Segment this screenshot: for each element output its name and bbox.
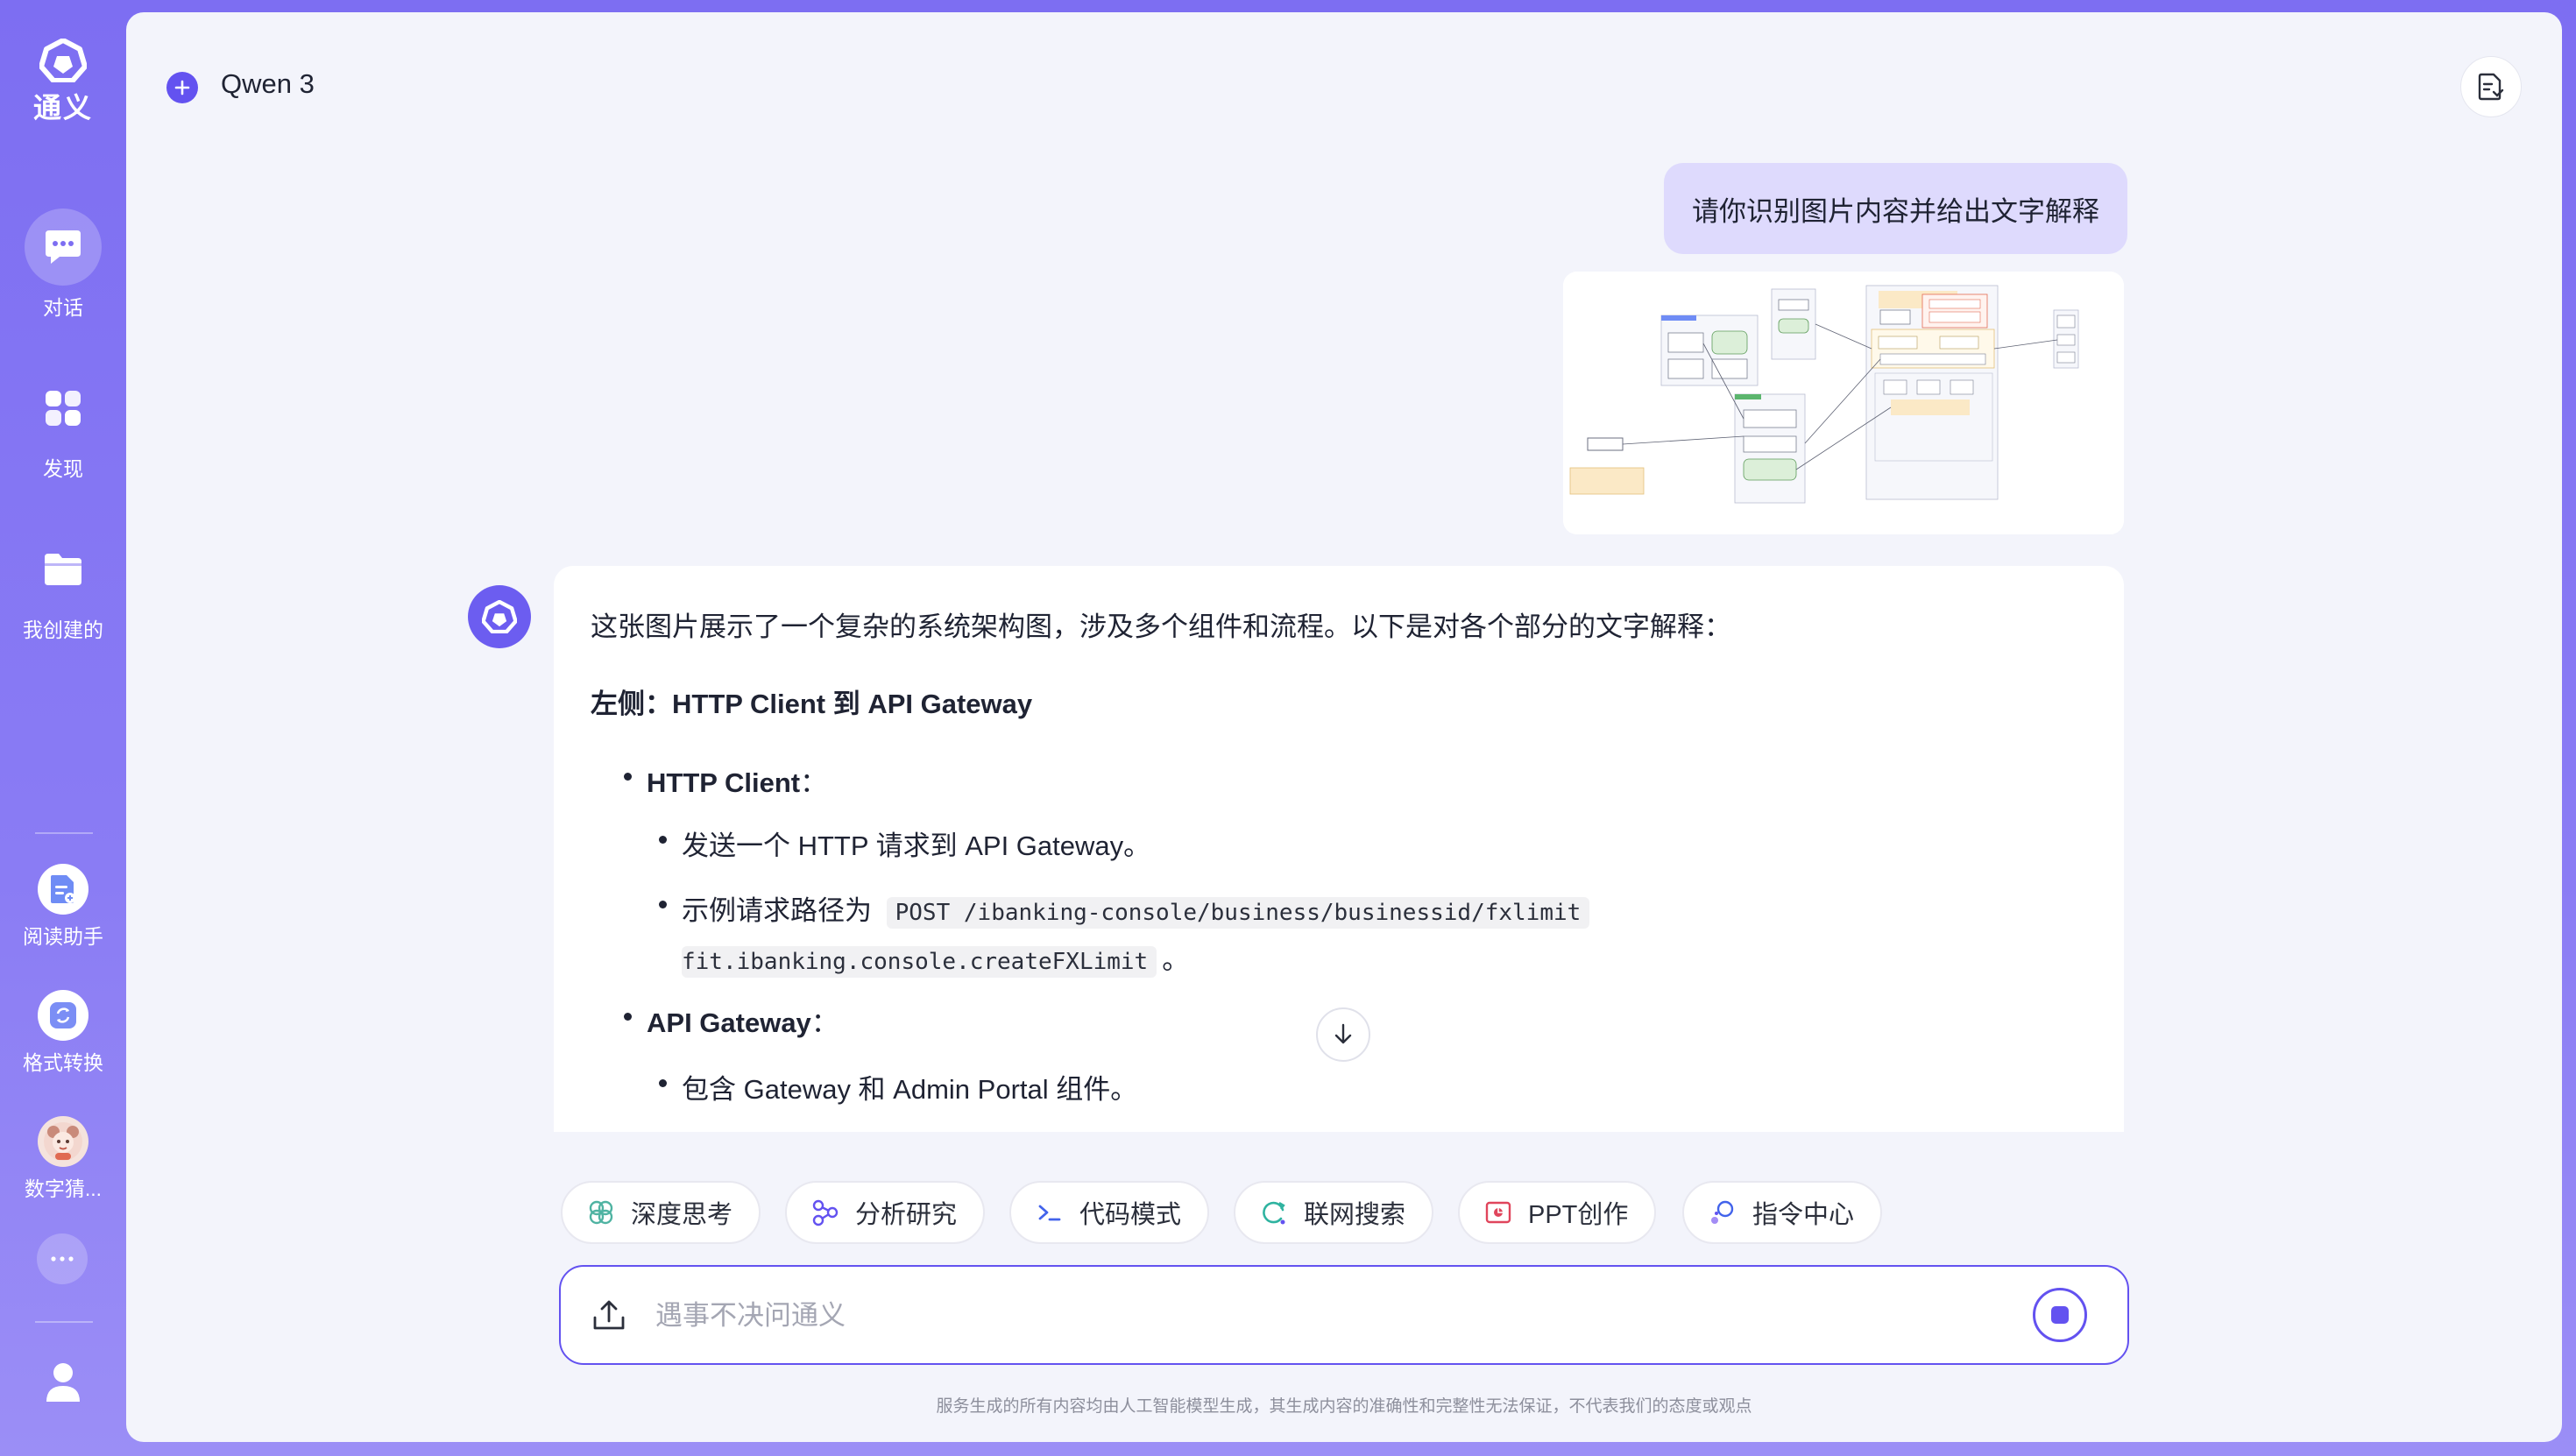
- tool-digital-guess[interactable]: 数字猜...: [0, 1116, 126, 1202]
- main-panel: Qwen 3 请你识别图片内容并给出文字解释 这张图片展示了一个复杂的系统架构图…: [126, 12, 2562, 1442]
- diagram-thumbnail: [1563, 272, 2124, 534]
- more-dots-icon: [51, 1256, 74, 1262]
- document-icon: [2478, 73, 2504, 101]
- chat-input-box: [559, 1265, 2129, 1365]
- tongyi-avatar-icon: [482, 600, 517, 633]
- bullet-http-client-line2: 示例请求路径为 POST /ibanking-console/business/…: [658, 888, 1590, 929]
- model-name[interactable]: Qwen 3: [221, 68, 315, 100]
- chat-input[interactable]: [654, 1291, 1971, 1340]
- bullet-title: HTTP Client: [647, 767, 801, 798]
- disclaimer-text: 服务生成的所有内容均由人工智能模型生成，其生成内容的准确性和完整性无法保证，不代…: [936, 1397, 1752, 1416]
- chat-icon: [46, 230, 81, 264]
- sidebar-divider: [35, 1321, 93, 1323]
- command-center-icon: [1711, 1200, 1734, 1224]
- upload-icon: [593, 1300, 625, 1330]
- inline-code: fit.ibanking.console.createFXLimit: [682, 946, 1157, 978]
- assistant-avatar: [468, 585, 531, 648]
- attached-architecture-diagram-image[interactable]: [1563, 272, 2124, 534]
- grid-icon: [46, 391, 81, 426]
- tool-label: 阅读助手: [23, 925, 103, 948]
- nav-item-chat[interactable]: 对话: [0, 209, 126, 321]
- bullet-colon: ：: [800, 767, 828, 798]
- nav-item-discover[interactable]: 发现: [0, 370, 126, 482]
- user-message: 请你识别图片内容并给出文字解释: [1664, 163, 2127, 254]
- convert-icon: [50, 1002, 76, 1028]
- arrow-down-icon: [1334, 1023, 1352, 1044]
- chip-label: PPT创作: [1528, 1201, 1629, 1229]
- sidebar-divider: [35, 832, 93, 834]
- bullet-http-client-line2-cont: fit.ibanking.console.createFXLimit。: [682, 937, 1190, 978]
- character-avatar-icon: [44, 1122, 82, 1161]
- deep-think-icon: [589, 1200, 613, 1225]
- assistant-section-heading: 左侧：HTTP Client 到 API Gateway: [591, 689, 1033, 719]
- more-button[interactable]: [37, 1233, 88, 1284]
- web-search-icon: [1263, 1201, 1285, 1225]
- chip-code-mode[interactable]: 代码模式: [1009, 1181, 1210, 1244]
- document-reader-icon: [51, 875, 75, 903]
- new-chat-button[interactable]: [166, 72, 198, 103]
- logo-text: 通义: [32, 92, 93, 124]
- assistant-intro-text: 这张图片展示了一个复杂的系统架构图，涉及多个组件和流程。以下是对各个部分的文字解…: [591, 611, 1731, 642]
- analysis-icon: [812, 1199, 839, 1226]
- scroll-to-bottom-button[interactable]: [1316, 1007, 1370, 1062]
- bullet-http-client: HTTP Client：: [623, 760, 828, 800]
- bullet-api-gateway: API Gateway：: [624, 1000, 839, 1040]
- document-button[interactable]: [2460, 56, 2522, 117]
- chip-label: 分析研究: [855, 1201, 958, 1229]
- nav-item-my-creations[interactable]: 我创建的: [0, 531, 126, 643]
- chip-label: 深度思考: [631, 1201, 733, 1229]
- folder-icon: [45, 554, 81, 585]
- chip-label: 联网搜索: [1304, 1201, 1406, 1229]
- user-profile-button[interactable]: [42, 1360, 84, 1405]
- bullet-api-gateway-line1: 包含 Gateway 和 Admin Portal 组件。: [658, 1067, 1137, 1106]
- chip-label: 代码模式: [1079, 1201, 1182, 1229]
- nav-label: 我创建的: [23, 618, 103, 641]
- chip-analysis-research[interactable]: 分析研究: [785, 1181, 986, 1244]
- nav-label: 发现: [43, 457, 83, 480]
- ppt-icon: [1485, 1201, 1511, 1224]
- tongyi-logo-icon: [39, 39, 87, 82]
- bullet-title: API Gateway: [647, 1007, 811, 1038]
- upload-button[interactable]: [587, 1293, 631, 1337]
- chip-deep-think[interactable]: 深度思考: [561, 1181, 761, 1244]
- bullet-colon: ：: [810, 1007, 839, 1038]
- user-icon: [46, 1363, 80, 1402]
- tool-format-convert[interactable]: 格式转换: [0, 990, 126, 1076]
- inline-code: POST /ibanking-console/business/business…: [886, 897, 1590, 929]
- nav-label: 对话: [43, 296, 83, 319]
- chip-command-center[interactable]: 指令中心: [1682, 1181, 1883, 1244]
- stop-generating-button[interactable]: [2033, 1288, 2087, 1342]
- tool-label: 格式转换: [23, 1051, 103, 1074]
- tool-reading-assistant[interactable]: 阅读助手: [0, 864, 126, 950]
- chip-web-search[interactable]: 联网搜索: [1234, 1181, 1434, 1244]
- chip-label: 指令中心: [1752, 1201, 1855, 1229]
- tool-label: 数字猜...: [24, 1177, 103, 1200]
- code-icon: [1038, 1205, 1061, 1221]
- chip-ppt-creation[interactable]: PPT创作: [1458, 1181, 1657, 1244]
- line-prefix: 示例请求路径为: [682, 895, 872, 926]
- stop-icon: [2051, 1306, 2069, 1324]
- plus-icon: [174, 80, 190, 95]
- bullet-http-client-line1: 发送一个 HTTP 请求到 API Gateway。: [658, 823, 1150, 863]
- app-logo[interactable]: 通义: [0, 39, 126, 126]
- sidebar: 通义 对话 发现 我创建的 阅读助手 格式转换 数字猜...: [0, 0, 145, 1456]
- line-suffix: 。: [1162, 944, 1190, 975]
